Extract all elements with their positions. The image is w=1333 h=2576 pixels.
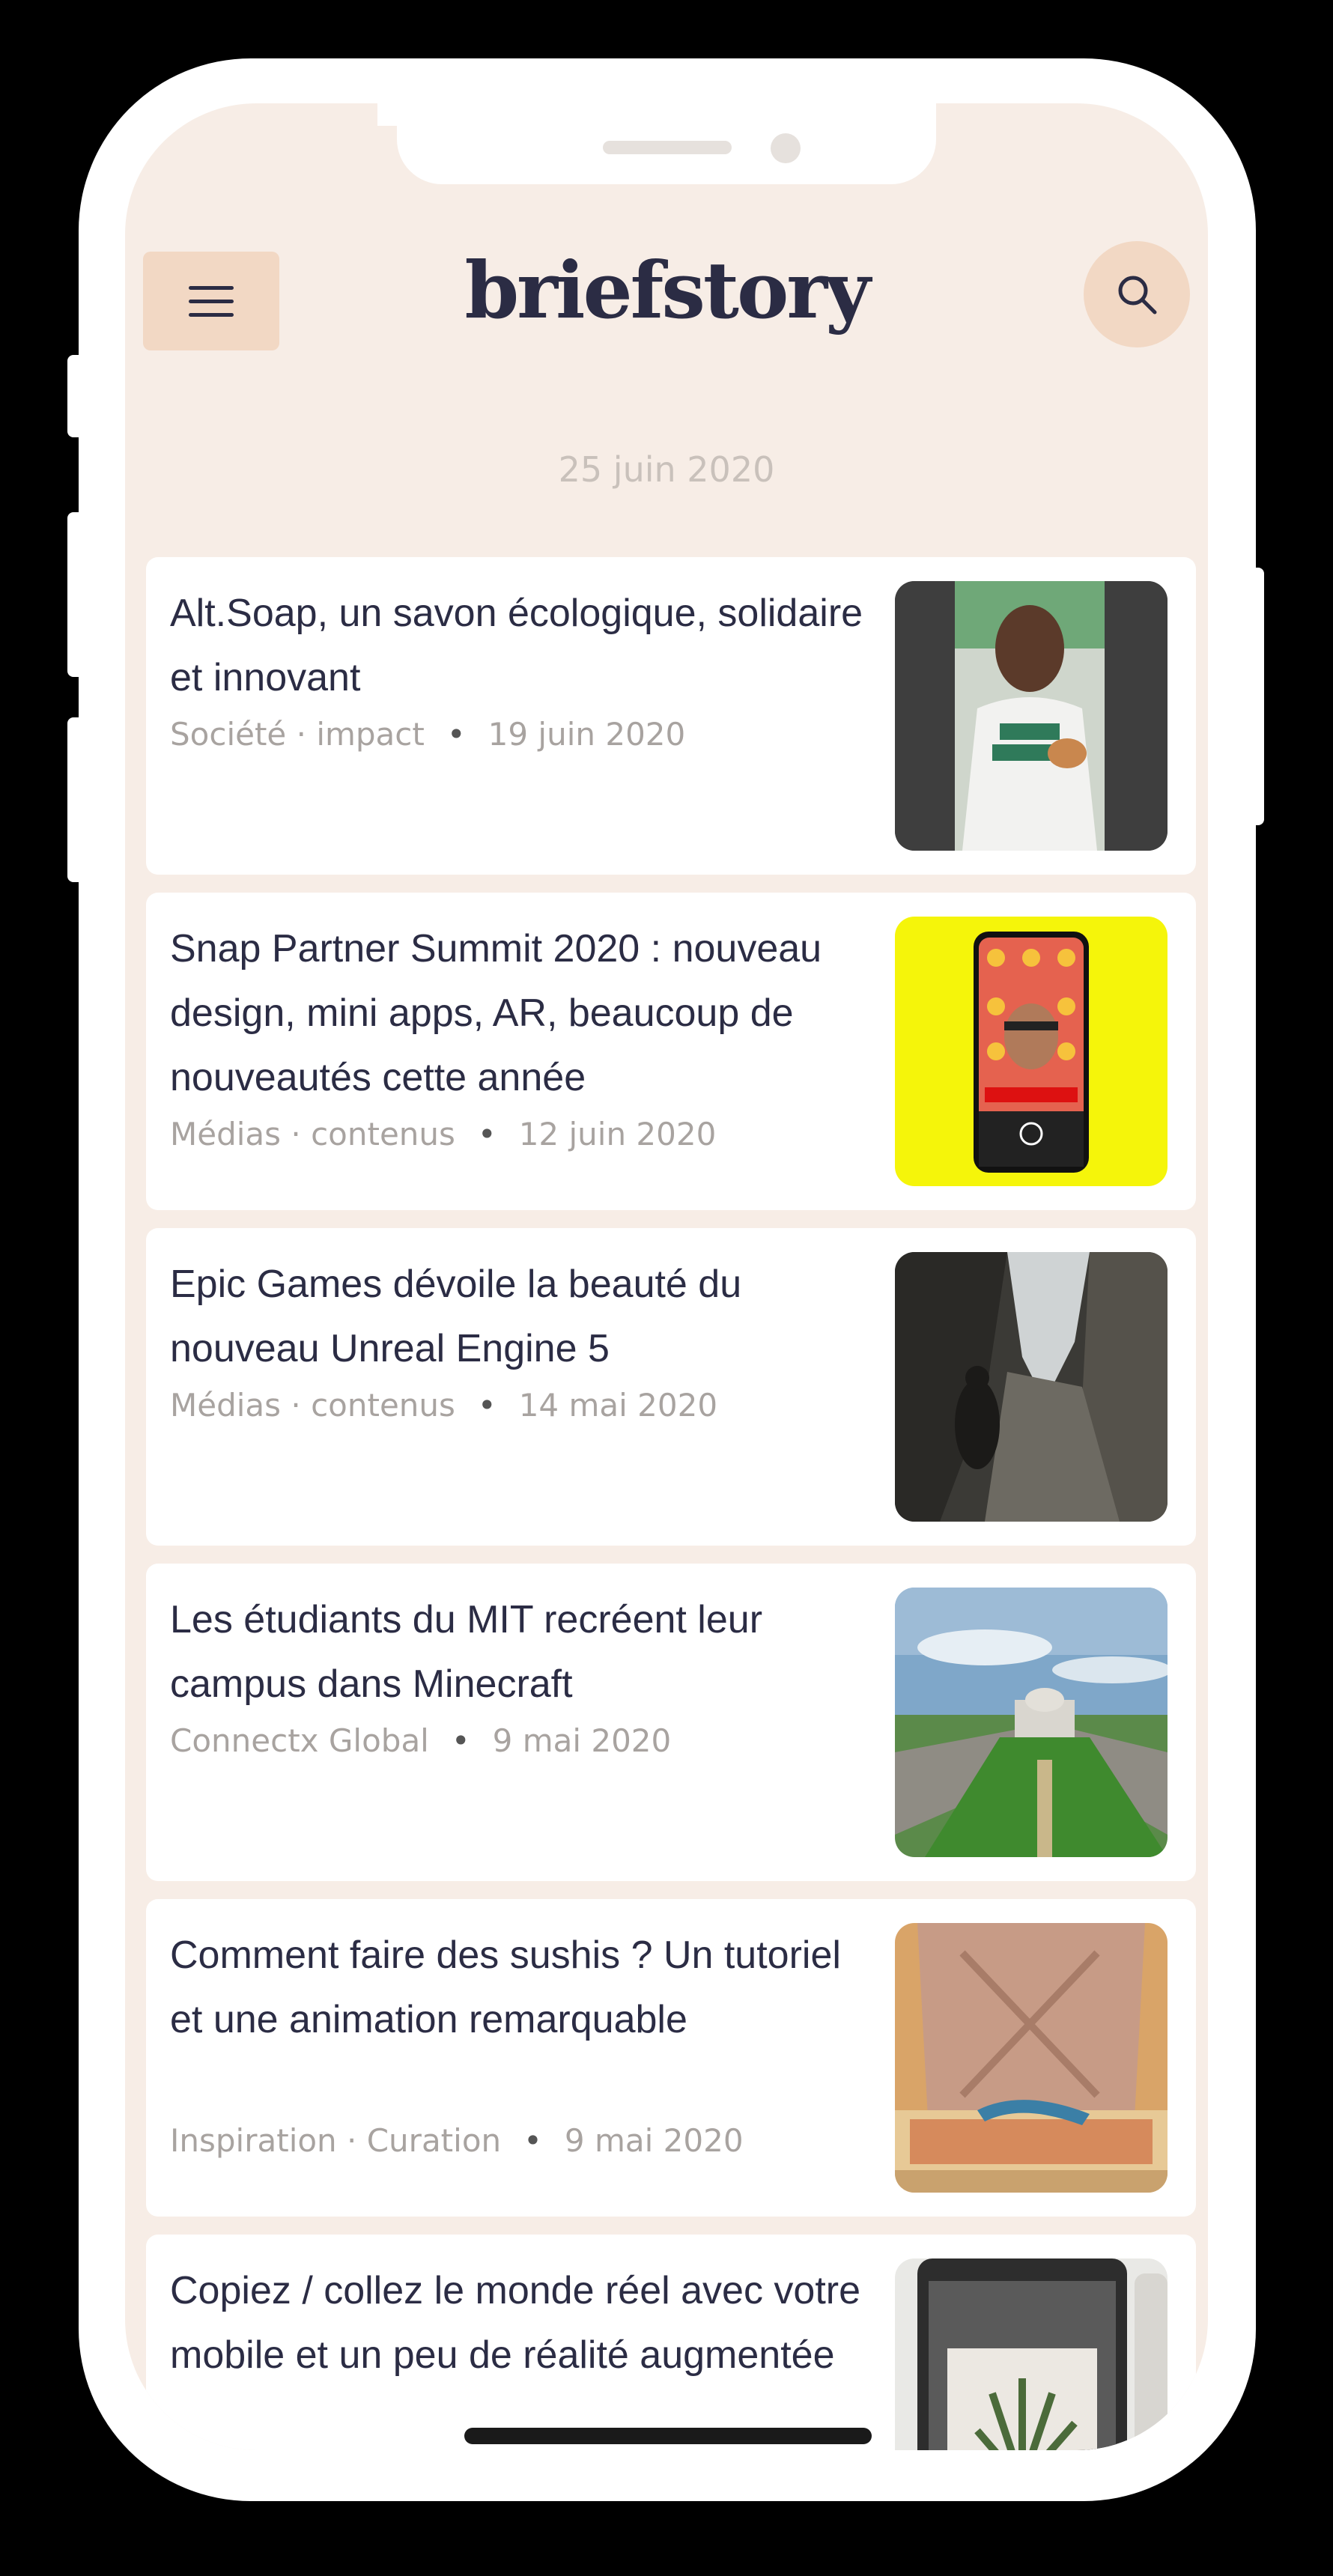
article-title[interactable]: Copiez / collez le monde réel avec votre… [170, 2258, 866, 2387]
article-card[interactable]: Les étudiants du MIT recréent leur campu… [146, 1564, 1196, 1881]
unreal-engine-cave-thumbnail[interactable] [895, 1252, 1167, 1522]
minecraft-mit-campus-thumbnail[interactable] [895, 1588, 1167, 1857]
speaker-grille [603, 141, 732, 154]
article-title[interactable]: Les étudiants du MIT recréent leur campu… [170, 1588, 866, 1716]
article-card[interactable]: Copiez / collez le monde réel avec votre… [146, 2235, 1196, 2450]
article-card[interactable]: Epic Games dévoile la beauté du nouveau … [146, 1228, 1196, 1546]
search-button[interactable] [1084, 241, 1190, 347]
front-camera [771, 133, 801, 163]
brand-logo[interactable]: briefstory [125, 244, 1208, 338]
home-indicator[interactable] [464, 2428, 872, 2444]
date-heading: 25 juin 2020 [558, 449, 775, 490]
article-date: 12 juin 2020 [518, 1116, 717, 1152]
article-meta: Inspiration · Curation • 9 mai 2020 [170, 2122, 744, 2159]
phone-screen: briefstory 25 juin 2020 Alt.Soap, un sav… [125, 103, 1208, 2450]
meta-separator: • [446, 716, 466, 753]
search-icon [1118, 276, 1157, 315]
article-category[interactable]: Médias · contenus [170, 1116, 455, 1152]
meta-separator: • [523, 2122, 542, 2159]
snapchat-phone-thumbnail[interactable] [895, 917, 1167, 1186]
article-category[interactable]: Médias · contenus [170, 1387, 455, 1424]
article-category[interactable]: Inspiration · Curation [170, 2122, 501, 2159]
sushi-animation-thumbnail[interactable] [895, 1923, 1167, 2193]
article-meta: Connectx Global • 9 mai 2020 [170, 1722, 671, 1759]
article-meta: Médias · contenus • 14 mai 2020 [170, 1387, 717, 1424]
article-card[interactable]: Alt.Soap, un savon écologique, solidaire… [146, 557, 1196, 875]
article-category[interactable]: Connectx Global [170, 1722, 429, 1759]
article-category[interactable]: Société · impact [170, 716, 425, 753]
article-meta: Médias · contenus • 12 juin 2020 [170, 1116, 716, 1152]
article-date: 19 juin 2020 [488, 716, 686, 753]
woman-holding-soap-thumbnail[interactable] [895, 581, 1167, 851]
article-card[interactable]: Snap Partner Summit 2020 : nouveau desig… [146, 893, 1196, 1210]
article-date: 14 mai 2020 [518, 1387, 718, 1424]
article-date: 9 mai 2020 [492, 1722, 672, 1759]
article-card[interactable]: Comment faire des sushis ? Un tutoriel e… [146, 1899, 1196, 2217]
article-title[interactable]: Snap Partner Summit 2020 : nouveau desig… [170, 917, 866, 1110]
meta-separator: • [477, 1387, 497, 1424]
article-title[interactable]: Comment faire des sushis ? Un tutoriel e… [170, 1923, 866, 2052]
ar-copy-paste-thumbnail[interactable] [895, 2258, 1167, 2450]
article-meta: Société · impact • 19 juin 2020 [170, 716, 685, 753]
article-title[interactable]: Alt.Soap, un savon écologique, solidaire… [170, 581, 866, 710]
article-date: 9 mai 2020 [564, 2122, 744, 2159]
meta-separator: • [477, 1116, 497, 1152]
meta-separator: • [451, 1722, 470, 1759]
article-title[interactable]: Epic Games dévoile la beauté du nouveau … [170, 1252, 866, 1381]
